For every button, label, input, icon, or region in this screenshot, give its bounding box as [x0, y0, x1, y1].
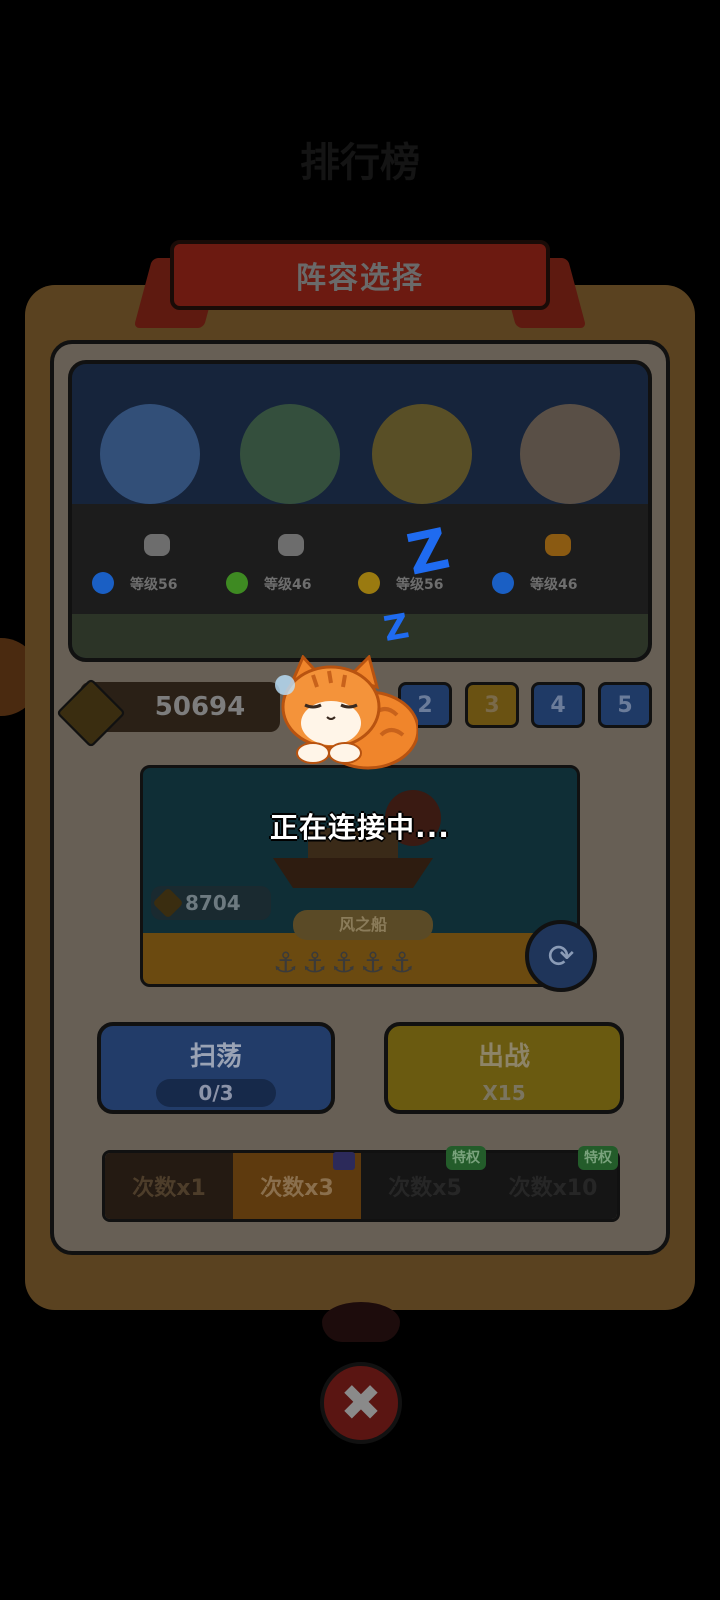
ship-name: 风之船 [293, 910, 433, 940]
battle-cost: X15 [482, 1081, 526, 1105]
ship-card[interactable]: 8704 风之船 ⚓⚓⚓⚓⚓ [140, 765, 580, 987]
paw-icon [278, 534, 304, 556]
slot-label: 2 [417, 692, 433, 718]
team-power-value: 50694 [154, 692, 246, 722]
paw-icon [144, 534, 170, 556]
panel-title: 阵容选择 [296, 261, 424, 296]
background-title: 排行榜 [300, 140, 420, 186]
refresh-button[interactable]: ⟳ [525, 920, 597, 992]
anchor-rating: ⚓⚓⚓⚓⚓ [273, 946, 419, 979]
formation-slot-4[interactable]: 4 [531, 682, 585, 728]
video-ad-icon [333, 1152, 355, 1170]
sweep-button[interactable]: 扫荡 0/3 [97, 1022, 335, 1114]
hero-scene: 等级56 等级46 等级56 等级46 [68, 360, 652, 662]
formation-slot-3[interactable]: 3 [465, 682, 519, 728]
lightning-icon [358, 572, 380, 594]
formation-slot-5[interactable]: 5 [598, 682, 652, 728]
close-button[interactable]: ✖ [320, 1362, 402, 1444]
ship-power-value: 8704 [185, 891, 241, 915]
tab-count-x1[interactable]: 次数x1 [105, 1153, 233, 1219]
privilege-tag-x10: 特权 [578, 1146, 618, 1170]
battle-button[interactable]: 出战 X15 [384, 1022, 624, 1114]
hero-slot-4[interactable] [520, 404, 620, 504]
paw-badge-icon [152, 887, 184, 919]
hero-level-4: 等级46 [530, 577, 578, 593]
close-icon: ✖ [340, 1374, 382, 1432]
battle-label: 出战 [477, 1042, 530, 1072]
water-drop-icon [492, 572, 514, 594]
privilege-tag-x5: 特权 [446, 1146, 486, 1170]
paw-icon [545, 534, 571, 556]
water-drop-icon [92, 572, 114, 594]
sweep-label: 扫荡 [189, 1042, 242, 1072]
hero-level-1: 等级56 [130, 577, 178, 593]
sweep-count: 0/3 [156, 1079, 276, 1107]
scene-wall [72, 504, 648, 614]
hero-level-2: 等级46 [264, 577, 312, 593]
hero-slot-3[interactable] [372, 404, 472, 504]
wind-icon [226, 572, 248, 594]
hero-slot-2[interactable] [240, 404, 340, 504]
count-tabs: 次数x1 次数x3 次数x5 次数x10 [102, 1150, 620, 1222]
refresh-icon: ⟳ [547, 937, 575, 975]
sleeping-cat-icon [275, 655, 418, 770]
ship-power: 8704 [151, 886, 271, 920]
loading-text: 正在连接中... [270, 811, 450, 844]
slot-label: 3 [484, 692, 500, 718]
slot-label: 4 [550, 692, 566, 718]
panel-title-ribbon: 阵容选择 [170, 240, 550, 310]
slot-label: 5 [617, 692, 633, 718]
close-button-shadow [322, 1302, 400, 1342]
hero-slot-1[interactable] [100, 404, 200, 504]
